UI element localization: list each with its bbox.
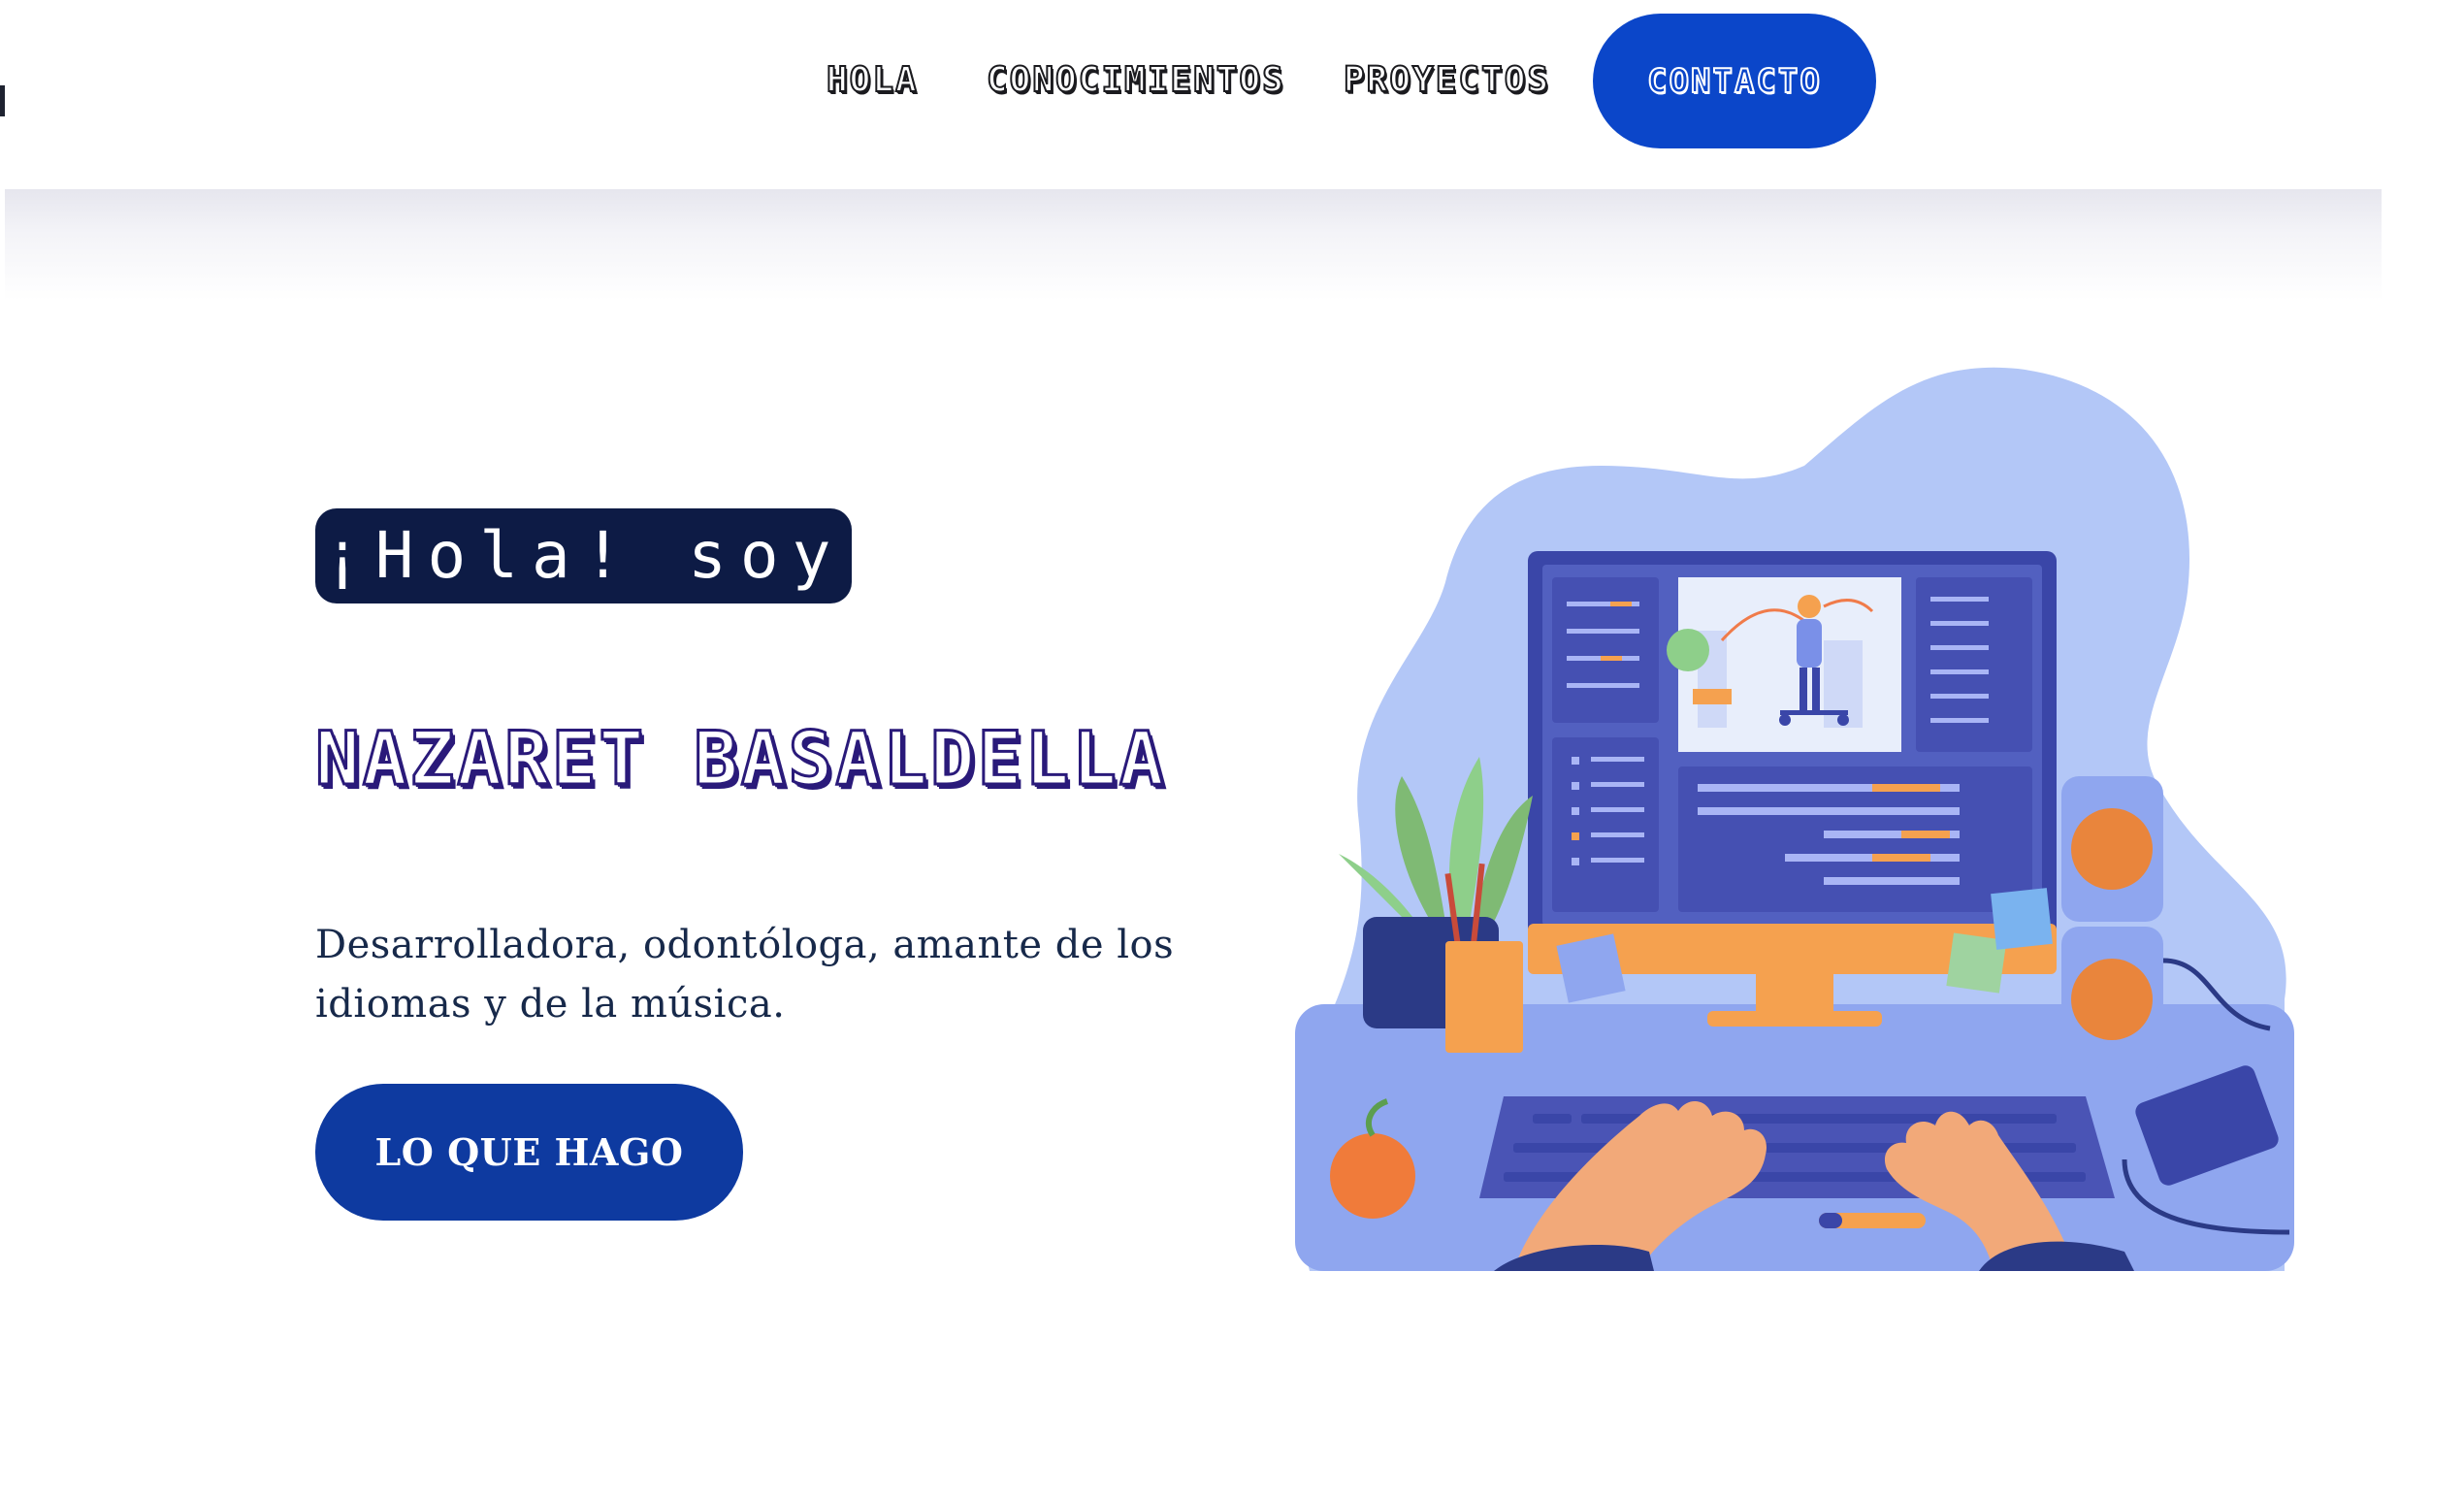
nav-link-hola[interactable]: HOLA <box>826 59 919 107</box>
nav-shadow <box>5 189 2382 301</box>
person-at-desktop-editing-video-illustration <box>1295 367 2294 1271</box>
hero-name: NAZARET BASALDELLA <box>314 715 1167 801</box>
page: HOLA CONOCIMIENTOS PROYECTOS CONTACTO ¡H… <box>0 0 2464 1500</box>
edge-mark <box>0 85 5 116</box>
contact-button[interactable]: CONTACTO <box>1593 14 1876 148</box>
hero-greeting: ¡Hola! soy <box>315 508 853 603</box>
nav-link-conocimientos[interactable]: CONOCIMIENTOS <box>986 59 1285 107</box>
lo-que-hago-button[interactable]: LO QUE HAGO <box>315 1084 743 1221</box>
hero-greeting-text: ¡Hola! soy <box>323 518 845 593</box>
top-navigation: HOLA CONOCIMIENTOS PROYECTOS CONTACTO <box>0 0 2464 189</box>
lo-que-hago-button-label: LO QUE HAGO <box>374 1130 684 1174</box>
nav-link-proyectos[interactable]: PROYECTOS <box>1343 59 1550 107</box>
contact-button-label: CONTACTO <box>1646 61 1822 102</box>
hero-description: Desarrolladora, odontóloga, amante de lo… <box>315 923 1175 1027</box>
